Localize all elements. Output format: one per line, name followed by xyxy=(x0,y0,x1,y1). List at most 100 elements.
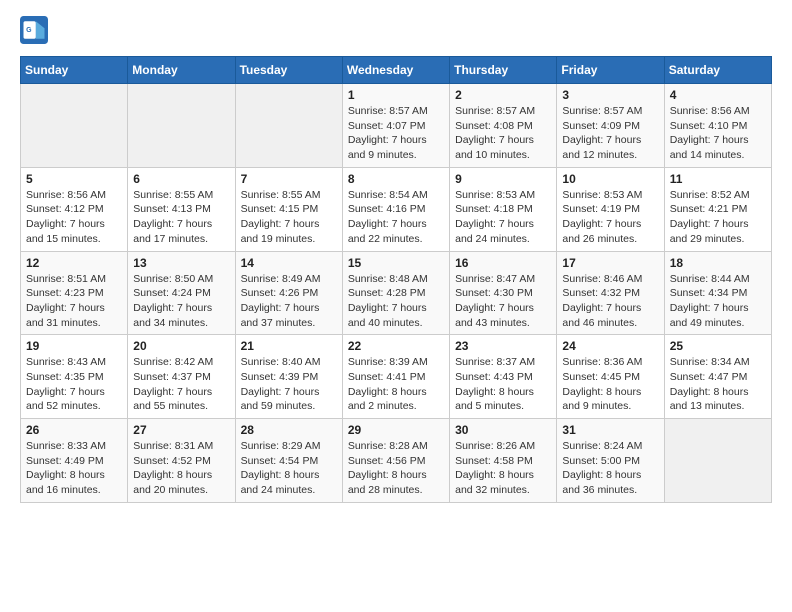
weekday-header: Thursday xyxy=(450,57,557,84)
calendar-cell: 14Sunrise: 8:49 AM Sunset: 4:26 PM Dayli… xyxy=(235,251,342,335)
day-info: Sunrise: 8:33 AM Sunset: 4:49 PM Dayligh… xyxy=(26,439,122,498)
day-number: 3 xyxy=(562,88,658,102)
day-info: Sunrise: 8:47 AM Sunset: 4:30 PM Dayligh… xyxy=(455,272,551,331)
day-number: 12 xyxy=(26,256,122,270)
day-number: 18 xyxy=(670,256,766,270)
day-info: Sunrise: 8:40 AM Sunset: 4:39 PM Dayligh… xyxy=(241,355,337,414)
day-info: Sunrise: 8:31 AM Sunset: 4:52 PM Dayligh… xyxy=(133,439,229,498)
calendar-cell: 5 Sunrise: 8:56 AM Sunset: 4:12 PM Daylig… xyxy=(21,167,128,251)
day-info: Sunrise: 8:44 AM Sunset: 4:34 PM Dayligh… xyxy=(670,272,766,331)
calendar-cell: 25 Sunrise: 8:34 AM Sunset: 4:47 PM Dayli… xyxy=(664,335,771,419)
calendar-cell: 29 Sunrise: 8:28 AM Sunset: 4:56 PM Dayli… xyxy=(342,419,449,503)
day-info: Sunrise: 8:26 AM Sunset: 4:58 PM Dayligh… xyxy=(455,439,551,498)
page-header: G xyxy=(20,16,772,44)
day-number: 24 xyxy=(562,339,658,353)
calendar-cell xyxy=(664,419,771,503)
calendar-table: SundayMondayTuesdayWednesdayThursdayFrid… xyxy=(20,56,772,503)
day-number: 15 xyxy=(348,256,444,270)
calendar-cell: 30 Sunrise: 8:26 AM Sunset: 4:58 PM Dayli… xyxy=(450,419,557,503)
day-number: 21 xyxy=(241,339,337,353)
day-info: Sunrise: 8:53 AM Sunset: 4:19 PM Dayligh… xyxy=(562,188,658,247)
day-number: 16 xyxy=(455,256,551,270)
day-number: 20 xyxy=(133,339,229,353)
calendar-cell: 2 Sunrise: 8:57 AM Sunset: 4:08 PM Daylig… xyxy=(450,84,557,168)
day-info: Sunrise: 8:46 AM Sunset: 4:32 PM Dayligh… xyxy=(562,272,658,331)
logo: G xyxy=(20,16,50,44)
day-info: Sunrise: 8:57 AM Sunset: 4:08 PM Dayligh… xyxy=(455,104,551,163)
day-number: 17 xyxy=(562,256,658,270)
day-info: Sunrise: 8:55 AM Sunset: 4:15 PM Dayligh… xyxy=(241,188,337,247)
day-info: Sunrise: 8:39 AM Sunset: 4:41 PM Dayligh… xyxy=(348,355,444,414)
calendar-cell: 27 Sunrise: 8:31 AM Sunset: 4:52 PM Dayli… xyxy=(128,419,235,503)
weekday-header: Saturday xyxy=(664,57,771,84)
day-info: Sunrise: 8:50 AM Sunset: 4:24 PM Dayligh… xyxy=(133,272,229,331)
day-info: Sunrise: 8:24 AM Sunset: 5:00 PM Dayligh… xyxy=(562,439,658,498)
weekday-header: Monday xyxy=(128,57,235,84)
day-info: Sunrise: 8:53 AM Sunset: 4:18 PM Dayligh… xyxy=(455,188,551,247)
day-info: Sunrise: 8:51 AM Sunset: 4:23 PM Dayligh… xyxy=(26,272,122,331)
calendar-cell: 7Sunrise: 8:55 AM Sunset: 4:15 PM Daylig… xyxy=(235,167,342,251)
day-info: Sunrise: 8:55 AM Sunset: 4:13 PM Dayligh… xyxy=(133,188,229,247)
calendar-cell: 18 Sunrise: 8:44 AM Sunset: 4:34 PM Dayli… xyxy=(664,251,771,335)
day-info: Sunrise: 8:48 AM Sunset: 4:28 PM Dayligh… xyxy=(348,272,444,331)
day-info: Sunrise: 8:57 AM Sunset: 4:07 PM Dayligh… xyxy=(348,104,444,163)
calendar-cell xyxy=(128,84,235,168)
day-number: 11 xyxy=(670,172,766,186)
weekday-header: Tuesday xyxy=(235,57,342,84)
calendar-week-row: 5 Sunrise: 8:56 AM Sunset: 4:12 PM Daylig… xyxy=(21,167,772,251)
day-number: 8 xyxy=(348,172,444,186)
calendar-cell: 10 Sunrise: 8:53 AM Sunset: 4:19 PM Dayli… xyxy=(557,167,664,251)
day-info: Sunrise: 8:36 AM Sunset: 4:45 PM Dayligh… xyxy=(562,355,658,414)
day-info: Sunrise: 8:56 AM Sunset: 4:10 PM Dayligh… xyxy=(670,104,766,163)
day-number: 27 xyxy=(133,423,229,437)
weekday-header: Friday xyxy=(557,57,664,84)
day-number: 30 xyxy=(455,423,551,437)
day-number: 6 xyxy=(133,172,229,186)
day-number: 28 xyxy=(241,423,337,437)
day-info: Sunrise: 8:29 AM Sunset: 4:54 PM Dayligh… xyxy=(241,439,337,498)
calendar-cell xyxy=(235,84,342,168)
day-number: 14 xyxy=(241,256,337,270)
day-number: 4 xyxy=(670,88,766,102)
calendar-cell: 28 Sunrise: 8:29 AM Sunset: 4:54 PM Dayli… xyxy=(235,419,342,503)
day-info: Sunrise: 8:42 AM Sunset: 4:37 PM Dayligh… xyxy=(133,355,229,414)
calendar-cell: 6 Sunrise: 8:55 AM Sunset: 4:13 PM Daylig… xyxy=(128,167,235,251)
calendar-week-row: 26 Sunrise: 8:33 AM Sunset: 4:49 PM Dayli… xyxy=(21,419,772,503)
calendar-cell: 22Sunrise: 8:39 AM Sunset: 4:41 PM Dayli… xyxy=(342,335,449,419)
calendar-cell: 31 Sunrise: 8:24 AM Sunset: 5:00 PM Dayli… xyxy=(557,419,664,503)
day-info: Sunrise: 8:56 AM Sunset: 4:12 PM Dayligh… xyxy=(26,188,122,247)
day-number: 19 xyxy=(26,339,122,353)
day-number: 25 xyxy=(670,339,766,353)
day-info: Sunrise: 8:37 AM Sunset: 4:43 PM Dayligh… xyxy=(455,355,551,414)
day-info: Sunrise: 8:57 AM Sunset: 4:09 PM Dayligh… xyxy=(562,104,658,163)
weekday-header: Sunday xyxy=(21,57,128,84)
day-number: 31 xyxy=(562,423,658,437)
day-info: Sunrise: 8:52 AM Sunset: 4:21 PM Dayligh… xyxy=(670,188,766,247)
day-number: 9 xyxy=(455,172,551,186)
calendar-cell: 17 Sunrise: 8:46 AM Sunset: 4:32 PM Dayli… xyxy=(557,251,664,335)
calendar-cell: 1Sunrise: 8:57 AM Sunset: 4:07 PM Daylig… xyxy=(342,84,449,168)
weekday-row: SundayMondayTuesdayWednesdayThursdayFrid… xyxy=(21,57,772,84)
calendar-cell: 8 Sunrise: 8:54 AM Sunset: 4:16 PM Daylig… xyxy=(342,167,449,251)
day-info: Sunrise: 8:34 AM Sunset: 4:47 PM Dayligh… xyxy=(670,355,766,414)
calendar-cell: 16 Sunrise: 8:47 AM Sunset: 4:30 PM Dayli… xyxy=(450,251,557,335)
day-number: 29 xyxy=(348,423,444,437)
day-number: 13 xyxy=(133,256,229,270)
calendar-cell: 20 Sunrise: 8:42 AM Sunset: 4:37 PM Dayli… xyxy=(128,335,235,419)
calendar-cell: 4 Sunrise: 8:56 AM Sunset: 4:10 PM Daylig… xyxy=(664,84,771,168)
weekday-header: Wednesday xyxy=(342,57,449,84)
svg-text:G: G xyxy=(26,27,32,34)
calendar-cell: 3 Sunrise: 8:57 AM Sunset: 4:09 PM Daylig… xyxy=(557,84,664,168)
calendar-cell: 15 Sunrise: 8:48 AM Sunset: 4:28 PM Dayli… xyxy=(342,251,449,335)
calendar-cell: 23Sunrise: 8:37 AM Sunset: 4:43 PM Dayli… xyxy=(450,335,557,419)
day-number: 5 xyxy=(26,172,122,186)
calendar-week-row: 1Sunrise: 8:57 AM Sunset: 4:07 PM Daylig… xyxy=(21,84,772,168)
calendar-cell: 24 Sunrise: 8:36 AM Sunset: 4:45 PM Dayli… xyxy=(557,335,664,419)
day-number: 2 xyxy=(455,88,551,102)
day-info: Sunrise: 8:54 AM Sunset: 4:16 PM Dayligh… xyxy=(348,188,444,247)
calendar-cell: 21 Sunrise: 8:40 AM Sunset: 4:39 PM Dayli… xyxy=(235,335,342,419)
day-info: Sunrise: 8:28 AM Sunset: 4:56 PM Dayligh… xyxy=(348,439,444,498)
calendar-cell: 19Sunrise: 8:43 AM Sunset: 4:35 PM Dayli… xyxy=(21,335,128,419)
day-number: 26 xyxy=(26,423,122,437)
day-number: 10 xyxy=(562,172,658,186)
